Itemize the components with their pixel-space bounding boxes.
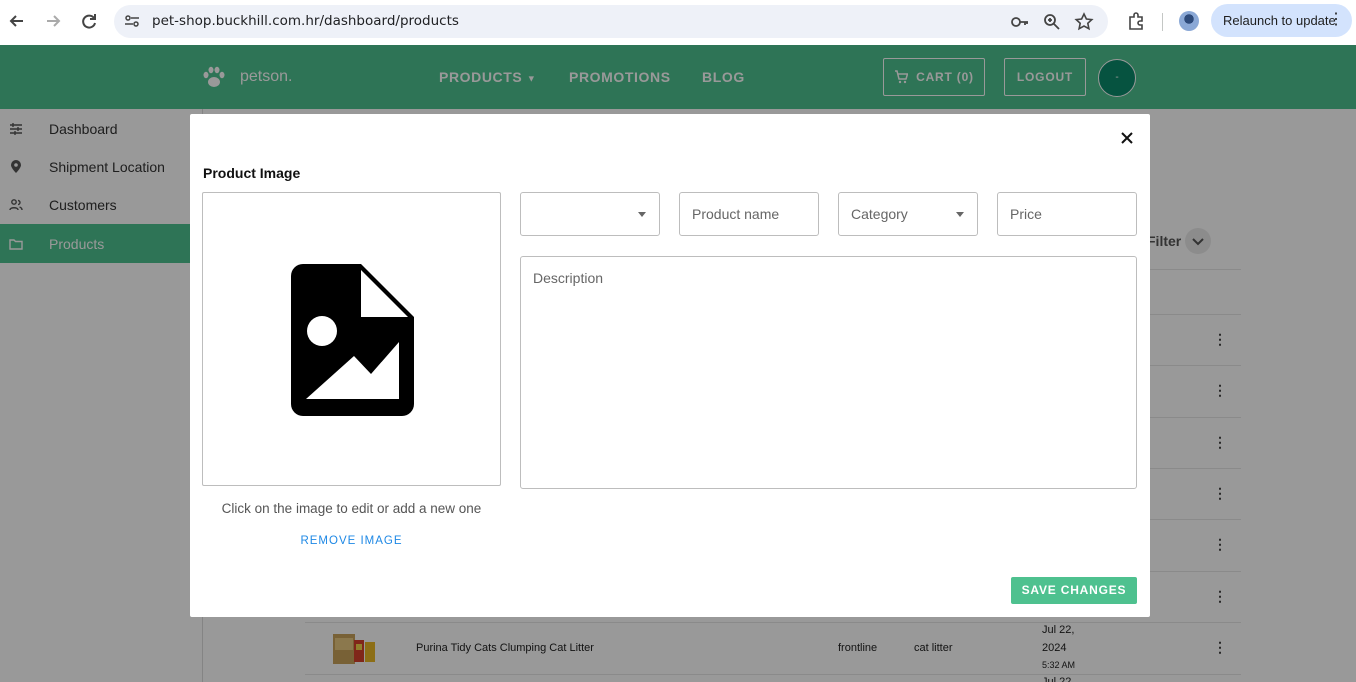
edit-product-modal: Product Image Click on the image to edit… xyxy=(190,114,1150,617)
bookmark-star-icon[interactable] xyxy=(1074,12,1094,32)
price-field[interactable] xyxy=(997,192,1137,236)
reload-icon[interactable] xyxy=(78,10,100,32)
password-key-icon[interactable] xyxy=(1010,12,1030,32)
image-file-icon xyxy=(291,264,414,416)
modal-title: Product Image xyxy=(203,165,301,181)
caret-down-icon xyxy=(638,212,646,217)
remove-image-button[interactable]: REMOVE IMAGE xyxy=(202,535,501,547)
zoom-icon[interactable] xyxy=(1042,12,1062,32)
category-placeholder: Category xyxy=(851,206,908,222)
address-bar[interactable]: pet-shop.buckhill.com.hr/dashboard/produ… xyxy=(114,5,1108,38)
save-changes-button[interactable]: SAVE CHANGES xyxy=(1011,577,1137,604)
description-field[interactable] xyxy=(520,256,1137,489)
profile-avatar[interactable] xyxy=(1179,11,1199,31)
relaunch-label: Relaunch to update xyxy=(1223,13,1336,28)
url-text[interactable]: pet-shop.buckhill.com.hr/dashboard/produ… xyxy=(152,13,459,29)
site-settings-icon[interactable] xyxy=(124,13,140,29)
category-select[interactable]: Category xyxy=(838,192,978,236)
product-image-dropzone[interactable] xyxy=(202,192,501,486)
close-icon[interactable] xyxy=(1117,128,1137,148)
caret-down-icon xyxy=(956,212,964,217)
more-menu-icon[interactable]: ⋮ xyxy=(1328,10,1344,30)
back-icon[interactable] xyxy=(6,10,28,32)
extensions-icon[interactable] xyxy=(1126,11,1146,31)
product-name-field[interactable] xyxy=(679,192,819,236)
brand-select[interactable] xyxy=(520,192,660,236)
forward-icon[interactable] xyxy=(42,10,64,32)
description-textarea[interactable] xyxy=(521,257,1136,488)
price-input[interactable] xyxy=(998,193,1136,235)
relaunch-button[interactable]: Relaunch to update ⋮ xyxy=(1211,4,1352,37)
image-hint: Click on the image to edit or add a new … xyxy=(221,501,482,516)
browser-toolbar: pet-shop.buckhill.com.hr/dashboard/produ… xyxy=(0,0,1356,45)
toolbar-divider xyxy=(1162,13,1163,31)
product-name-input[interactable] xyxy=(680,193,818,235)
